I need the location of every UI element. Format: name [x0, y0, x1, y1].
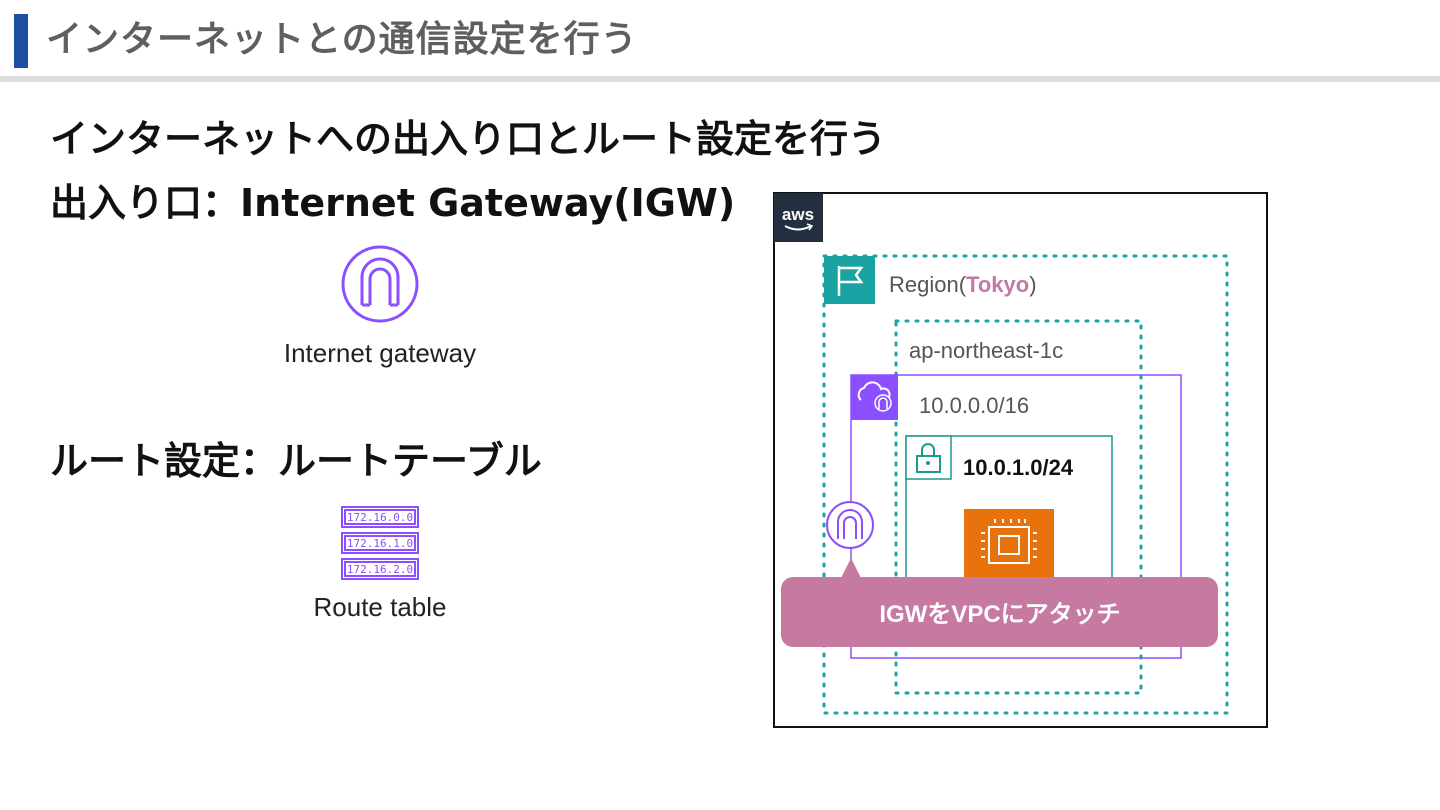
vpc-cloud-icon	[851, 375, 898, 420]
availability-zone-label: ap-northeast-1c	[909, 338, 1064, 363]
architecture-diagram: aws Region(Tokyo) ap-northeast-1c 10.0.0…	[773, 192, 1269, 729]
heading-gateway: 出入り口：Internet Gateway(IGW)	[50, 181, 736, 225]
region-suffix: )	[1029, 272, 1037, 297]
route-entry-1: 172.16.0.0	[347, 511, 413, 524]
subnet-cidr-label: 10.0.1.0/24	[963, 455, 1074, 480]
vpc-internet-gateway-icon	[826, 501, 874, 549]
page-title: インターネットとの通信設定を行う	[46, 19, 638, 60]
internet-gateway-icon	[341, 245, 419, 323]
title-accent-bar	[14, 14, 28, 68]
route-entry-3: 172.16.2.0	[347, 563, 413, 576]
internet-gateway-label: Internet gateway	[283, 338, 477, 368]
ec2-instance-icon	[964, 509, 1054, 581]
route-table-label: Route table	[313, 592, 447, 622]
region-name: Tokyo	[966, 272, 1030, 297]
title-divider	[0, 76, 1440, 82]
callout-text: IGWをVPCにアタッチ	[879, 601, 1121, 628]
title-bar: インターネットとの通信設定を行う	[0, 0, 1440, 76]
heading-route: ルート設定：ルートテーブル	[50, 439, 542, 483]
aws-logo-icon: aws	[774, 193, 823, 242]
route-entry-2: 172.16.1.0	[347, 537, 413, 550]
subnet-lock-icon	[905, 435, 952, 480]
region-label: Region(Tokyo)	[889, 272, 1037, 298]
aws-logo-text: aws	[782, 205, 814, 224]
heading-main: インターネットへの出入り口とルート設定を行う	[50, 117, 887, 161]
region-prefix: Region(	[889, 272, 967, 297]
region-flag-icon	[824, 256, 875, 304]
vpc-cidr-label: 10.0.0.0/16	[919, 393, 1030, 418]
route-table-icon: 172.16.0.0 172.16.1.0 172.16.2.0	[341, 506, 419, 580]
